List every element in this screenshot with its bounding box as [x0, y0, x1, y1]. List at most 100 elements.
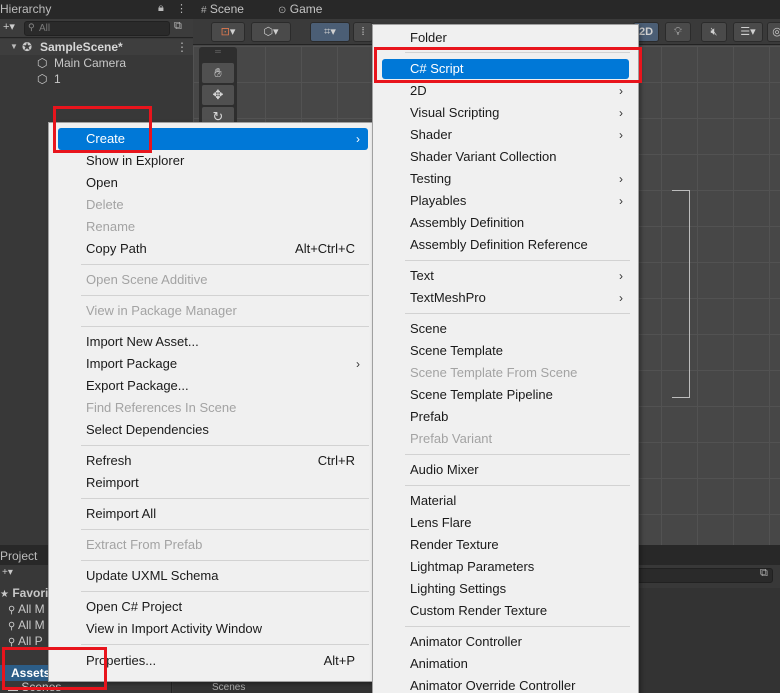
menu-separator: [81, 560, 369, 561]
menu-item-reimport-all[interactable]: Reimport All: [49, 503, 373, 525]
hierarchy-title: Hierarchy: [0, 2, 52, 16]
submenu-item-textmeshpro[interactable]: TextMeshPro ›: [373, 287, 638, 309]
submenu-item-audio-mixer[interactable]: Audio Mixer: [373, 459, 638, 481]
search-icon: ⚲: [28, 22, 35, 32]
hierarchy-search-input[interactable]: ⚲ All: [24, 21, 170, 36]
menu-item-open[interactable]: Open: [49, 172, 373, 194]
menu-item-select-dependencies[interactable]: Select Dependencies: [49, 419, 373, 441]
submenu-item-scene[interactable]: Scene: [373, 318, 638, 340]
menu-item-show-in-explorer[interactable]: Show in Explorer: [49, 150, 373, 172]
submenu-item-text[interactable]: Text ›: [373, 265, 638, 287]
menu-item-open-csharp-project[interactable]: Open C# Project: [49, 596, 373, 618]
menu-item-copy-path[interactable]: Copy Path Alt+Ctrl+C: [49, 238, 373, 260]
menu-item-label: Select Dependencies: [86, 422, 209, 437]
menu-item-label: Assembly Definition: [410, 215, 525, 230]
lighting-toggle-button[interactable]: 💡︎: [665, 22, 691, 42]
tab-scene-label: Scene: [209, 2, 244, 16]
submenu-item-shader-variant-collection[interactable]: Shader Variant Collection: [373, 146, 638, 168]
scene-name: SampleScene*: [40, 40, 123, 54]
submenu-arrow-icon: ›: [619, 84, 623, 98]
toggle-2d-label: 2D: [638, 26, 654, 38]
menu-item-reimport[interactable]: Reimport: [49, 472, 373, 494]
draw-mode-button[interactable]: ⊡▾: [211, 22, 245, 42]
gizmos-button[interactable]: ◎: [767, 22, 780, 42]
menu-item-rename: Rename: [49, 216, 373, 238]
submenu-item-material[interactable]: Material: [373, 490, 638, 512]
menu-separator: [81, 295, 369, 296]
menu-item-refresh[interactable]: Refresh Ctrl+R: [49, 450, 373, 472]
menu-item-import-package[interactable]: Import Package ›: [49, 353, 373, 375]
menu-item-label: Animation: [410, 656, 468, 671]
submenu-item-visual-scripting[interactable]: Visual Scripting ›: [373, 102, 638, 124]
gamepad-icon: ⊙: [278, 5, 287, 16]
hand-tool-icon[interactable]: ✋︎: [202, 63, 234, 83]
expand-arrow-icon[interactable]: ▼: [10, 39, 18, 55]
move-tool-icon[interactable]: ✥: [202, 85, 234, 105]
asset-scenes-label: Scenes: [212, 682, 246, 693]
scene-tools-overlay: ═ ✋︎ ✥ ↻: [199, 47, 237, 131]
menu-item-label: Shader Variant Collection: [410, 149, 557, 164]
submenu-item-2d[interactable]: 2D ›: [373, 80, 638, 102]
submenu-item-testing[interactable]: Testing ›: [373, 168, 638, 190]
menu-separator: [405, 626, 630, 627]
menu-item-label: Rename: [86, 219, 136, 234]
menu-item-view-import-activity[interactable]: View in Import Activity Window: [49, 618, 373, 640]
menu-separator: [81, 445, 369, 446]
submenu-item-assembly-definition[interactable]: Assembly Definition: [373, 212, 638, 234]
submenu-item-render-texture[interactable]: Render Texture: [373, 534, 638, 556]
hierarchy-tab[interactable]: Hierarchy 🔒︎ ⋮: [0, 0, 193, 19]
menu-item-label: Audio Mixer: [410, 462, 479, 477]
add-object-icon[interactable]: +▾: [3, 20, 15, 33]
submenu-item-shader[interactable]: Shader ›: [373, 124, 638, 146]
submenu-item-playables[interactable]: Playables ›: [373, 190, 638, 212]
submenu-item-lightmap-parameters[interactable]: Lightmap Parameters: [373, 556, 638, 578]
search-filter-icon[interactable]: ⧉: [174, 20, 182, 33]
hierarchy-item-1[interactable]: ⬡ 1: [0, 71, 193, 87]
submenu-item-folder[interactable]: Folder: [373, 27, 638, 49]
menu-separator: [81, 326, 369, 327]
menu-item-shortcut: Alt+Ctrl+C: [295, 241, 355, 256]
audio-toggle-button[interactable]: 🔇︎: [701, 22, 727, 42]
menu-separator: [405, 485, 630, 486]
submenu-item-animator-controller[interactable]: Animator Controller: [373, 631, 638, 653]
menu-item-label: Lens Flare: [410, 515, 472, 530]
submenu-item-animation[interactable]: Animation: [373, 653, 638, 675]
tab-scene[interactable]: # Scene: [201, 0, 244, 19]
overlay-drag-handle[interactable]: ═: [202, 48, 234, 56]
menu-item-label: Scene: [410, 321, 447, 336]
submenu-item-lighting-settings[interactable]: Lighting Settings: [373, 578, 638, 600]
submenu-item-scene-template-pipeline[interactable]: Scene Template Pipeline: [373, 384, 638, 406]
add-asset-icon[interactable]: +▾: [2, 565, 13, 581]
lock-icon[interactable]: 🔒︎: [158, 2, 164, 15]
tab-game[interactable]: ⊙ Game: [278, 0, 322, 19]
menu-item-find-references: Find References In Scene: [49, 397, 373, 419]
menu-item-label: TextMeshPro: [410, 290, 486, 305]
effects-button[interactable]: ☰▾: [733, 22, 763, 42]
menu-separator: [81, 264, 369, 265]
favorite-item[interactable]: ⚲ All M: [8, 601, 45, 617]
menu-item-label: Open Scene Additive: [86, 272, 208, 287]
menu-item-import-new-asset[interactable]: Import New Asset...: [49, 331, 373, 353]
menu-item-update-uxml-schema[interactable]: Update UXML Schema: [49, 565, 373, 587]
submenu-item-custom-render-texture[interactable]: Custom Render Texture: [373, 600, 638, 622]
scene-row[interactable]: ▼ ✪ SampleScene* ⋮: [0, 39, 193, 55]
menu-item-label: Scene Template Pipeline: [410, 387, 553, 402]
favorite-item[interactable]: ⚲ All M: [8, 617, 45, 633]
render-mode-button[interactable]: ⬡▾: [251, 22, 291, 42]
more-menu-icon[interactable]: ⋮: [176, 2, 187, 15]
hierarchy-item-main-camera[interactable]: ⬡ Main Camera: [0, 55, 193, 71]
submenu-item-scene-template[interactable]: Scene Template: [373, 340, 638, 362]
menu-item-export-package[interactable]: Export Package...: [49, 375, 373, 397]
scene-more-icon[interactable]: ⋮: [176, 39, 188, 55]
search-filter-icon[interactable]: ⧉: [760, 567, 768, 580]
grid-snap-button[interactable]: ⌗▾: [310, 22, 350, 42]
submenu-arrow-icon: ›: [619, 194, 623, 208]
submenu-item-lens-flare[interactable]: Lens Flare: [373, 512, 638, 534]
submenu-item-prefab[interactable]: Prefab: [373, 406, 638, 428]
submenu-item-animator-override-controller[interactable]: Animator Override Controller: [373, 675, 638, 693]
annotation-box-assets: [2, 647, 107, 690]
draw-mode-icon: ⊡: [220, 26, 230, 38]
submenu-item-assembly-definition-reference[interactable]: Assembly Definition Reference: [373, 234, 638, 256]
snap-settings-button[interactable]: ⁞: [353, 22, 373, 42]
favorites-row[interactable]: ★ Favorit: [0, 585, 52, 601]
